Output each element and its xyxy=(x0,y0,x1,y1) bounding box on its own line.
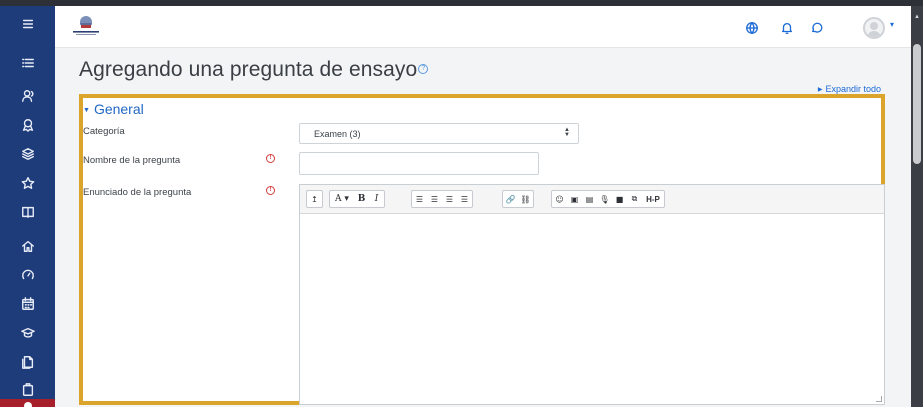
toolbar-group-lists: ☰ ☰ ☰ ☰ xyxy=(411,190,473,208)
bell-icon[interactable] xyxy=(779,20,795,36)
image-button[interactable]: ▣ xyxy=(567,191,582,207)
scrollbar-thumb[interactable] xyxy=(913,44,921,164)
ordered-list-button[interactable]: ☰ xyxy=(427,191,442,207)
category-value: Examen (3) xyxy=(314,129,361,139)
section-header[interactable]: ▼ General xyxy=(83,101,144,117)
h5p-button[interactable]: H-P xyxy=(642,191,664,207)
toolbar-group-media: ☺ ▣ ▤ 🎙 ■ ⧉ H-P xyxy=(551,190,665,208)
badge-icon[interactable] xyxy=(0,113,55,137)
question-name-label: Nombre de la pregunta xyxy=(83,155,181,166)
home-icon[interactable] xyxy=(0,234,55,258)
files-icon[interactable] xyxy=(0,350,55,374)
calendar-icon[interactable] xyxy=(0,292,55,316)
chevron-down-icon[interactable]: ▾ xyxy=(890,20,894,29)
top-navbar: ▾ xyxy=(55,6,911,48)
emoji-button[interactable]: ☺ xyxy=(552,191,567,207)
page-title: Agregando una pregunta de ensayo? xyxy=(79,58,429,82)
question-text-label: Enunciado de la pregunta xyxy=(83,187,192,198)
main-content: Agregando una pregunta de ensayo? ▶ Expan… xyxy=(55,48,911,407)
section-title: General xyxy=(93,101,144,117)
scroll-up-icon[interactable]: ▲ xyxy=(914,14,920,20)
editor-toolbar: ↥ A ▾ B I ☰ ☰ ☰ ☰ 🔗 ⛓ ☺ ▣ ▤ 🎙 ■ ⧉ H-P xyxy=(300,185,884,214)
record-video-button[interactable]: ■ xyxy=(612,191,627,207)
globe-icon[interactable] xyxy=(744,20,760,36)
user-avatar[interactable] xyxy=(863,17,885,39)
italic-button[interactable]: I xyxy=(369,191,384,207)
category-label: Categoría xyxy=(83,126,125,137)
hamburger-icon[interactable] xyxy=(0,12,55,36)
record-audio-button[interactable]: 🎙 xyxy=(597,191,612,207)
caret-right-icon: ▶ xyxy=(817,87,823,93)
book-icon[interactable] xyxy=(0,200,55,224)
general-section: ▼ General Categoría Examen (3) ▲ ▼ Nombre … xyxy=(79,94,885,405)
toolbar-toggle-button[interactable]: ↥ xyxy=(307,191,322,207)
sidebar-bottom-item[interactable] xyxy=(0,399,55,407)
graduation-icon[interactable] xyxy=(0,321,55,345)
star-icon[interactable] xyxy=(0,171,55,195)
bold-button[interactable]: B xyxy=(354,191,369,207)
caret-down-icon: ▼ xyxy=(83,107,90,114)
category-select[interactable]: Examen (3) ▲ ▼ xyxy=(299,123,579,144)
resize-handle[interactable] xyxy=(876,396,882,402)
page-scrollbar[interactable]: ▲ xyxy=(911,6,923,407)
page-title-text: Agregando una pregunta de ensayo xyxy=(79,58,418,81)
link-button[interactable]: 🔗 xyxy=(503,191,518,207)
toolbar-group-collapse: ↥ xyxy=(306,190,323,208)
indent-button[interactable]: ☰ xyxy=(457,191,472,207)
chat-icon[interactable] xyxy=(809,20,825,36)
select-arrows-icon: ▲ ▼ xyxy=(564,127,570,138)
layers-icon[interactable] xyxy=(0,142,55,166)
expand-all-label: Expandir todo xyxy=(825,84,881,94)
expand-all-link[interactable]: ▶ Expandir todo xyxy=(818,84,881,94)
required-icon: ! xyxy=(266,186,275,195)
editor-content-area[interactable] xyxy=(300,214,884,404)
outdent-button[interactable]: ☰ xyxy=(442,191,457,207)
media-button[interactable]: ▤ xyxy=(582,191,597,207)
manage-files-button[interactable]: ⧉ xyxy=(627,191,642,207)
help-icon[interactable]: ? xyxy=(418,64,429,74)
left-sidebar xyxy=(0,6,55,407)
add-icon xyxy=(24,402,32,407)
unlink-button[interactable]: ⛓ xyxy=(518,191,533,207)
question-name-input[interactable] xyxy=(299,152,539,175)
toolbar-group-style: A ▾ B I xyxy=(329,190,385,208)
unordered-list-button[interactable]: ☰ xyxy=(412,191,427,207)
list-icon[interactable] xyxy=(0,51,55,75)
question-text-editor: ↥ A ▾ B I ☰ ☰ ☰ ☰ 🔗 ⛓ ☺ ▣ ▤ 🎙 ■ ⧉ H-P xyxy=(299,184,885,405)
toolbar-group-links: 🔗 ⛓ xyxy=(502,190,534,208)
font-size-button[interactable]: A ▾ xyxy=(330,191,354,207)
dashboard-icon[interactable] xyxy=(0,263,55,287)
required-icon: ! xyxy=(266,154,275,163)
university-logo[interactable] xyxy=(69,14,103,40)
users-icon[interactable] xyxy=(0,84,55,108)
